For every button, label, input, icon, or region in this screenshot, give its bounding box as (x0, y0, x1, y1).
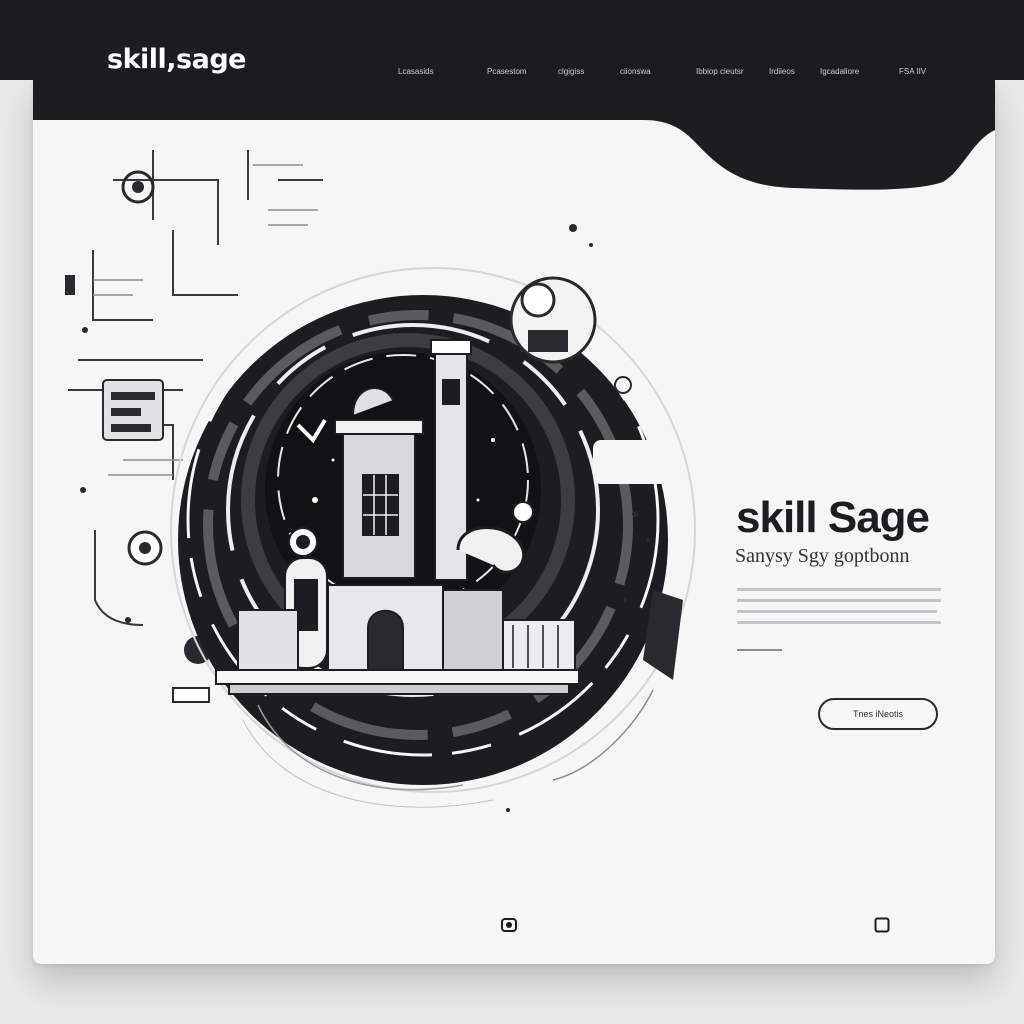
nav-item-8[interactable]: FSA IIV (899, 67, 926, 76)
top-bar: skill,sage Lcasasids Pcasestom clgigiss … (0, 0, 1024, 80)
camera-icon[interactable] (501, 917, 517, 933)
square-icon[interactable] (874, 917, 890, 933)
nav-item-2[interactable]: Pcasestom (487, 67, 527, 76)
nav-item-3[interactable]: clgigiss (558, 67, 584, 76)
body-text-lines (737, 588, 941, 632)
nav-item-5[interactable]: Ibbiop cieutsr (696, 67, 744, 76)
nav-item-1[interactable]: Lcasasids (398, 67, 434, 76)
nav-menu: Lcasasids Pcasestom clgigiss ciionswa Ib… (0, 67, 1024, 81)
hero-subtitle: Sanysy Sgy goptbonn (735, 545, 910, 567)
nav-item-4[interactable]: ciionswa (620, 67, 651, 76)
hero-title: skill Sage (736, 493, 930, 542)
nav-item-6[interactable]: Irdiieos (769, 67, 795, 76)
nav-item-7[interactable]: Igcadaliore (820, 67, 859, 76)
divider (737, 649, 782, 651)
cta-button[interactable]: Tnes iNeotis (818, 698, 938, 730)
hero-card: skill Sage Sanysy Sgy goptbonn Tnes iNeo… (33, 80, 995, 964)
